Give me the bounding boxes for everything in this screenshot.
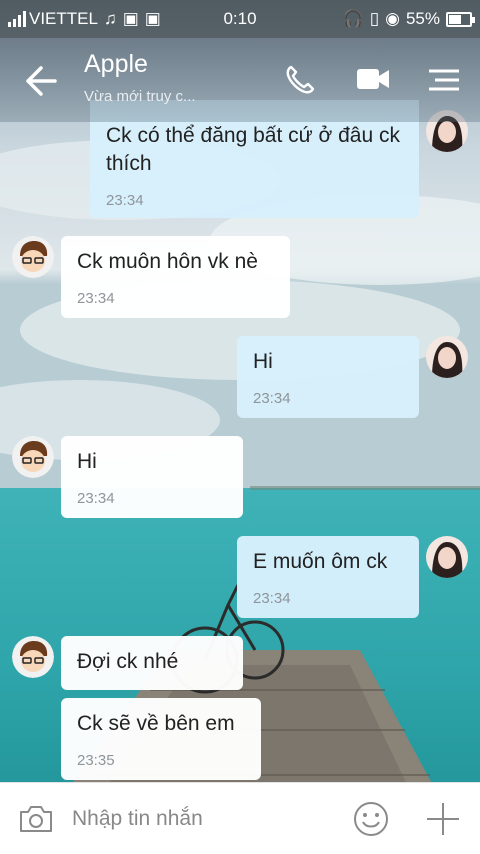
message-input[interactable]: Nhập tin nhắn	[72, 807, 203, 831]
battery-icon	[446, 11, 475, 27]
message-sent[interactable]: Hi 23:34	[237, 336, 419, 418]
avatar-contact[interactable]	[12, 636, 54, 678]
message-time: 23:34	[106, 192, 144, 209]
menu-icon[interactable]	[427, 68, 461, 92]
message-text: Ck muôn hôn vk nè	[77, 250, 258, 273]
message-text: Hi	[77, 450, 97, 473]
message-text: Ck sẽ về bên em	[77, 712, 235, 735]
message-text: Hi	[253, 350, 273, 373]
message-received[interactable]: Ck sẽ về bên em 23:35	[61, 698, 261, 780]
eye-icon: ◉	[385, 9, 400, 28]
message-time: 23:34	[77, 290, 115, 307]
contact-name[interactable]: Apple	[84, 50, 148, 79]
message-received[interactable]: Ck muôn hôn vk nè 23:34	[61, 236, 290, 318]
phone-icon: ▯	[369, 9, 380, 28]
back-arrow-icon[interactable]	[24, 64, 58, 98]
message-text: E muốn ôm ck	[253, 550, 388, 573]
emoji-icon[interactable]	[353, 801, 389, 837]
message-time: 23:34	[253, 590, 291, 607]
camera-icon[interactable]	[18, 804, 54, 834]
avatar-contact[interactable]	[12, 436, 54, 478]
avatar-contact[interactable]	[12, 236, 54, 278]
video-call-icon[interactable]	[356, 66, 390, 92]
avatar-me[interactable]	[426, 336, 468, 378]
message-text: Đợi ck nhé	[77, 650, 179, 673]
battery-percent: 55%	[405, 9, 440, 28]
message-received[interactable]: Đợi ck nhé	[61, 636, 243, 690]
avatar-me[interactable]	[426, 536, 468, 578]
phone-call-icon[interactable]	[284, 64, 316, 96]
message-received[interactable]: Hi 23:34	[61, 436, 243, 518]
message-text: Ck có thể đăng bất cứ ở đâu ck thích	[106, 124, 400, 175]
plus-icon[interactable]	[425, 801, 461, 837]
headset-icon: 🎧	[342, 9, 364, 28]
message-time: 23:34	[77, 490, 115, 507]
contact-status: Vừa mới truy c...	[84, 88, 196, 105]
message-time: 23:34	[253, 390, 291, 407]
status-bar: VIETTEL ♫ ▣ ▣ 0:10 🎧 ▯ ◉ 55%	[0, 0, 480, 38]
message-time: 23:35	[77, 752, 115, 769]
message-sent[interactable]: E muốn ôm ck 23:34	[237, 536, 419, 618]
message-input-bar: Nhập tin nhắn	[0, 782, 480, 854]
chat-header: Apple Vừa mới truy c...	[0, 38, 480, 122]
